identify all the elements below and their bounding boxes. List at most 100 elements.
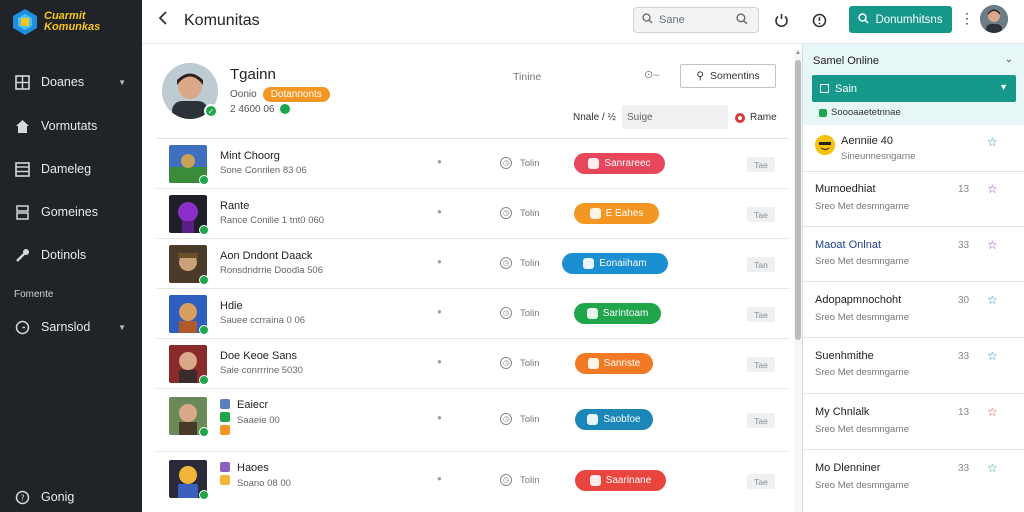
status-pill[interactable]: Sanriste xyxy=(575,353,653,374)
scroll-up-icon[interactable]: ▲ xyxy=(795,50,801,56)
status-pill[interactable]: Saobfoe xyxy=(575,409,653,430)
user-avatar[interactable] xyxy=(980,5,1008,33)
sidebar-item-dotinols[interactable]: Dotinols xyxy=(0,240,142,270)
item-status-label: Tolin xyxy=(520,413,540,425)
scrollbar-thumb[interactable] xyxy=(795,60,801,340)
list-item[interactable]: Suenhmithe Sreo Met desmngarne 33 ☆ xyxy=(803,338,1024,394)
item-status: ◷ Tolin xyxy=(500,474,540,486)
sidebar-item-help[interactable]: ? Gonig xyxy=(0,482,142,512)
list-item[interactable]: Maoat Onlnat Sreo Met desmngarne 33 ☆ xyxy=(803,227,1024,282)
item-meta: Sauee ccrraina 0 06 xyxy=(220,315,306,326)
item-meta: Sreo Met desmngarne xyxy=(815,312,909,323)
svg-text:?: ? xyxy=(20,493,24,502)
right-panel-sub-label: Soooaaetetnnae xyxy=(831,107,901,118)
item-status: ◷ Tolin xyxy=(500,307,540,319)
item-count: 13 xyxy=(958,407,970,418)
back-button[interactable] xyxy=(158,11,168,30)
item-status-label: Tolin xyxy=(520,307,540,319)
list-item[interactable]: Hdie Sauee ccrraina 0 06 ● ◷ Tolin Sarint… xyxy=(157,289,789,339)
item-name: Mo Dlenniner xyxy=(815,462,881,474)
item-status-label: Tolin xyxy=(520,474,540,486)
online-status-icon xyxy=(199,427,209,437)
search-icon xyxy=(858,12,869,27)
sidebar-item-vormutats[interactable]: Vormutats xyxy=(0,111,142,141)
filter-radio-option[interactable]: Rame xyxy=(735,112,777,123)
sidebar-item-dameleg[interactable]: Dameleg xyxy=(0,154,142,184)
brand[interactable]: Cuarmit Komunkas xyxy=(12,8,100,36)
list-item[interactable]: Haoes Soano 08 00 ● ◷ Tolin Saarinane Tae xyxy=(157,452,789,512)
item-name: Aenniie 40 xyxy=(841,135,893,147)
app-window: Cuarmit Komunkas Doanes ▼ Vormutats Dame… xyxy=(0,0,1024,512)
star-icon[interactable]: ☆ xyxy=(987,349,998,363)
list-item[interactable]: Mo Dlenniner Sreo Met desmngarne 33 ☆ xyxy=(803,450,1024,512)
star-icon[interactable]: ☆ xyxy=(987,293,998,307)
star-icon[interactable]: ☆ xyxy=(987,405,998,419)
item-status-label: Tolin xyxy=(520,207,540,219)
item-meta: Saie conrrrine 5030 xyxy=(220,365,303,376)
status-pill[interactable]: E Eahes xyxy=(574,203,659,224)
search-submit-icon[interactable] xyxy=(736,13,748,28)
list-item[interactable]: Aon Dndont Daack Ronsdndrrie Doodla 506 … xyxy=(157,239,789,289)
more-menu-icon[interactable]: ⋮ xyxy=(960,10,974,27)
list-item[interactable]: Mumoedhiat Sreo Met desmngarne 13 ☆ xyxy=(803,172,1024,227)
list-item[interactable]: Aenniie 40 Sineunnesngarne ☆ xyxy=(803,125,1024,172)
sidebar-item-gomeines[interactable]: Gomeines xyxy=(0,197,142,227)
separator-dot: ● xyxy=(437,257,442,266)
sidebar-item-label: Dotinols xyxy=(41,248,87,262)
toggle-icon[interactable]: ⊙– xyxy=(644,68,659,81)
online-status-icon xyxy=(199,490,209,500)
item-meta: Saaeie 00 xyxy=(237,415,280,426)
status-pill[interactable]: Sanrareec xyxy=(574,153,665,174)
filter-input[interactable]: Suige xyxy=(622,105,728,129)
item-name: Rante xyxy=(220,200,250,212)
power-icon[interactable] xyxy=(772,11,790,29)
list-item[interactable]: Rante Rance Conilie 1 tnt0 060 ● ◷ Tolin … xyxy=(157,189,789,239)
star-icon[interactable]: ☆ xyxy=(987,182,998,196)
item-name: Mumoedhiat xyxy=(815,183,876,195)
right-panel-select[interactable]: Sain ▼ xyxy=(812,75,1016,102)
status-pill-label: Sanrareec xyxy=(604,158,651,169)
separator-dot: ● xyxy=(437,157,442,166)
sidebar-item-doanes[interactable]: Doanes ▼ xyxy=(0,67,142,97)
status-pill[interactable]: Saarinane xyxy=(575,470,666,491)
status-pill[interactable]: Eonaiiham xyxy=(562,253,668,274)
search-input[interactable]: Sane xyxy=(633,7,759,33)
sidebar-item-label: Doanes xyxy=(41,75,85,89)
list-item[interactable]: Mint Choorg Sone Conrilen 83 06 ● ◷ Tolin… xyxy=(157,139,789,189)
list-item[interactable]: My Chnlalk Sreo Met desmngarne 13 ☆ xyxy=(803,394,1024,450)
right-panel: Samel Online ⌄ Sain ▼ Soooaaetetnnae Aen… xyxy=(802,44,1024,512)
list-item[interactable]: Eaiecr Saaeie 00 ● ◷ Tolin Saobfoe Tae xyxy=(157,389,789,452)
item-name: Haoes xyxy=(237,462,269,474)
verified-icon xyxy=(280,104,291,115)
community-list: Mint Choorg Sone Conrilen 83 06 ● ◷ Tolin… xyxy=(157,138,789,512)
count-badge: Tae xyxy=(747,357,775,372)
sidebar-item-label: Vormutats xyxy=(41,119,98,133)
online-status-icon xyxy=(199,175,209,185)
clock-icon: ◷ xyxy=(500,207,512,219)
separator-dot: ● xyxy=(437,207,442,216)
clock-icon: ◷ xyxy=(500,257,512,269)
sidebar-item-label: Dameleg xyxy=(41,162,92,176)
sidebar-item-settings[interactable]: Sarnslod ▼ xyxy=(0,312,142,342)
outline-button[interactable]: ⚲ Somentins xyxy=(680,64,776,88)
count-badge: Tae xyxy=(747,307,775,322)
status-pill[interactable]: Sarintoam xyxy=(574,303,661,324)
brand-name: Cuarmit Komunkas xyxy=(44,11,100,33)
search-icon xyxy=(642,13,653,27)
primary-action-button[interactable]: Donumhitsns xyxy=(849,6,952,33)
star-icon[interactable]: ☆ xyxy=(987,238,998,252)
item-name: Eaiecr xyxy=(237,399,269,411)
item-name: Hdie xyxy=(220,300,243,312)
notification-icon[interactable] xyxy=(810,11,828,29)
list-item[interactable]: Doe Keoe Sans Saie conrrrine 5030 ● ◷ Tol… xyxy=(157,339,789,389)
sidebar-section-label: Fomente xyxy=(14,289,54,300)
profile-subtitle: Oonio Dotannonts xyxy=(230,87,330,102)
chevron-down-icon[interactable]: ⌄ xyxy=(1005,54,1013,65)
item-name: My Chnlalk xyxy=(815,406,870,418)
separator-dot: ● xyxy=(437,413,442,422)
profile-tag-badge: Dotannonts xyxy=(262,87,330,102)
list-item[interactable]: Adopapmnochoht Sreo Met desmngarne 30 ☆ xyxy=(803,282,1024,338)
item-meta: Rance Conilie 1 tnt0 060 xyxy=(220,215,325,226)
star-icon[interactable]: ☆ xyxy=(987,461,998,475)
star-icon[interactable]: ☆ xyxy=(987,135,998,149)
